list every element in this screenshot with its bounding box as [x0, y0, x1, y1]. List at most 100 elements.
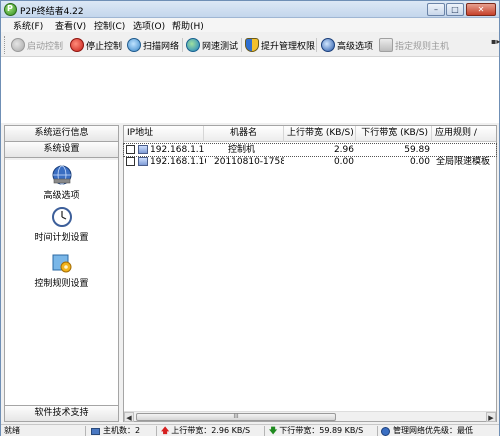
- monitor-icon: [91, 427, 100, 435]
- host-icon: [379, 38, 393, 52]
- network-priority-icon: [381, 426, 390, 436]
- left-panel: 系统运行信息 系统设置 高级选项 时间计划设置 控制规则设置 软件技术支持: [4, 125, 119, 422]
- status-host-count: 主机数：2: [91, 425, 140, 436]
- start-control-button[interactable]: 启动控制: [11, 37, 63, 53]
- rules-gear-icon: [52, 254, 71, 273]
- menu-help[interactable]: 帮助(H): [172, 19, 204, 32]
- priority-text: 管理网络优先级：最低: [393, 426, 473, 435]
- scroll-right-icon[interactable]: ▶: [486, 412, 496, 422]
- close-button[interactable]: ✕: [466, 3, 496, 16]
- toolbar-grip[interactable]: [4, 36, 6, 54]
- control-rules-item[interactable]: 控制规则设置: [5, 252, 118, 289]
- cell-rule: 全局限速模板: [436, 157, 491, 167]
- computer-icon: [138, 157, 148, 166]
- window-title: P2P终结者4.22: [20, 7, 84, 17]
- cell-download: 0.00: [409, 157, 430, 167]
- stop-control-button[interactable]: 停止控制: [70, 37, 122, 53]
- cell-upload: 0.00: [333, 157, 354, 167]
- host-list-header: IP地址 机器名 上行带宽 (KB/S) 下行带宽 (KB/S) 应用规则 /: [124, 126, 496, 142]
- app-logo-icon: P: [4, 3, 17, 16]
- table-row[interactable]: 192.168.1.101 20110810-1758 0.00 0.00 全局…: [124, 156, 496, 168]
- column-upload[interactable]: 上行带宽 (KB/S): [284, 126, 356, 142]
- status-download: 🡇 下行带宽：59.89 KB/S: [269, 425, 363, 436]
- minimize-button[interactable]: –: [427, 3, 445, 16]
- arrow-down-icon: 🡇: [269, 426, 278, 435]
- table-row[interactable]: 192.168.1.100 控制机 2.96 59.89: [123, 143, 497, 157]
- column-rule[interactable]: 应用规则 /: [432, 126, 496, 142]
- status-priority: 管理网络优先级：最低: [381, 425, 473, 436]
- system-info-header[interactable]: 系统运行信息: [5, 126, 118, 142]
- menu-system[interactable]: 系统(F): [13, 19, 43, 32]
- top-blank-area: [1, 57, 499, 123]
- speed-test-button[interactable]: 网速测试: [186, 37, 238, 53]
- stop-control-label: 停止控制: [86, 41, 123, 52]
- status-upload: 🡅 上行带宽：2.96 KB/S: [161, 425, 250, 436]
- network-globe-icon: [52, 165, 71, 185]
- magnifier-icon: [127, 38, 141, 52]
- app-window: P P2P终结者4.22 – □ ✕ 系统(F) 查看(V) 控制(C) 选项(…: [0, 0, 500, 436]
- maximize-button[interactable]: □: [446, 3, 464, 16]
- scroll-left-icon[interactable]: ◀: [124, 412, 134, 422]
- toolbar: 启动控制 停止控制 扫描网络 网速测试 提升管理权限 高级选项 指定规则主机 ▪…: [1, 32, 500, 57]
- elevate-label: 提升管理权限: [261, 41, 316, 52]
- status-ready: 就绪: [4, 426, 20, 435]
- network-globe-icon: [321, 38, 335, 52]
- clock-icon: [51, 207, 72, 227]
- row-checkbox[interactable]: [126, 157, 135, 166]
- system-settings-header[interactable]: 系统设置: [5, 142, 118, 158]
- cell-download: 59.89: [404, 145, 430, 155]
- time-schedule-item[interactable]: 时间计划设置: [5, 206, 118, 243]
- status-bar: 就绪 主机数：2 🡅 上行带宽：2.96 KB/S 🡇 下行带宽：59.89 K…: [1, 424, 499, 436]
- toolbar-separator: [316, 38, 317, 52]
- scan-network-label: 扫描网络: [143, 41, 180, 52]
- settings-body: 高级选项 时间计划设置 控制规则设置: [5, 160, 118, 405]
- time-schedule-item-label: 时间计划设置: [34, 233, 89, 243]
- toolbar-separator: [241, 38, 242, 52]
- column-download[interactable]: 下行带宽 (KB/S): [356, 126, 432, 142]
- advanced-options-button[interactable]: 高级选项: [321, 37, 373, 53]
- upload-text: 上行带宽：2.96 KB/S: [171, 426, 251, 435]
- shield-icon: [245, 38, 259, 52]
- scrollbar-thumb[interactable]: III: [136, 413, 336, 421]
- speed-test-label: 网速测试: [202, 41, 239, 52]
- toolbar-separator: [182, 38, 183, 52]
- cell-upload: 2.96: [333, 145, 354, 155]
- advanced-options-item-label: 高级选项: [43, 191, 80, 201]
- row-checkbox[interactable]: [126, 145, 135, 154]
- assign-rule-host-label: 指定规则主机: [395, 41, 450, 52]
- start-control-icon: [11, 38, 25, 52]
- host-count-text: 主机数：2: [103, 426, 141, 435]
- column-machine-name[interactable]: 机器名: [204, 126, 284, 142]
- assign-rule-host-button[interactable]: 指定规则主机: [379, 37, 449, 53]
- computer-icon: [138, 145, 148, 154]
- start-control-label: 启动控制: [27, 41, 64, 52]
- scan-network-button[interactable]: 扫描网络: [127, 37, 179, 53]
- stop-icon: [70, 38, 84, 52]
- cell-machine-name: 20110810-1758: [214, 157, 284, 167]
- cell-machine-name: 控制机: [228, 145, 256, 155]
- download-text: 下行带宽：59.89 KB/S: [279, 426, 364, 435]
- menu-options[interactable]: 选项(O): [133, 19, 165, 32]
- column-ip[interactable]: IP地址: [124, 126, 204, 142]
- menu-bar: 系统(F) 查看(V) 控制(C) 选项(O) 帮助(H): [1, 18, 499, 32]
- toolbar-overflow-button[interactable]: ▪▸: [491, 38, 500, 52]
- control-rules-item-label: 控制规则设置: [34, 279, 89, 289]
- horizontal-scrollbar[interactable]: ◀ III ▶: [124, 411, 496, 422]
- title-bar[interactable]: P P2P终结者4.22 – □ ✕: [1, 1, 499, 18]
- advanced-options-item[interactable]: 高级选项: [5, 164, 118, 201]
- status-divider: [156, 426, 157, 436]
- elevate-privilege-button[interactable]: 提升管理权限: [245, 37, 315, 53]
- arrow-up-icon: 🡅: [161, 426, 170, 435]
- cell-rule: [436, 144, 496, 156]
- status-divider: [377, 426, 378, 436]
- menu-control[interactable]: 控制(C): [94, 19, 125, 32]
- status-divider: [264, 426, 265, 436]
- cell-ip: 192.168.1.101: [150, 157, 206, 167]
- tech-support-header[interactable]: 软件技术支持: [5, 405, 118, 421]
- host-list: IP地址 机器名 上行带宽 (KB/S) 下行带宽 (KB/S) 应用规则 / …: [123, 125, 497, 422]
- advanced-options-label: 高级选项: [337, 41, 374, 52]
- globe-icon: [186, 38, 200, 52]
- cell-ip: 192.168.1.100: [150, 145, 204, 155]
- menu-view[interactable]: 查看(V): [55, 19, 86, 32]
- status-divider: [85, 426, 86, 436]
